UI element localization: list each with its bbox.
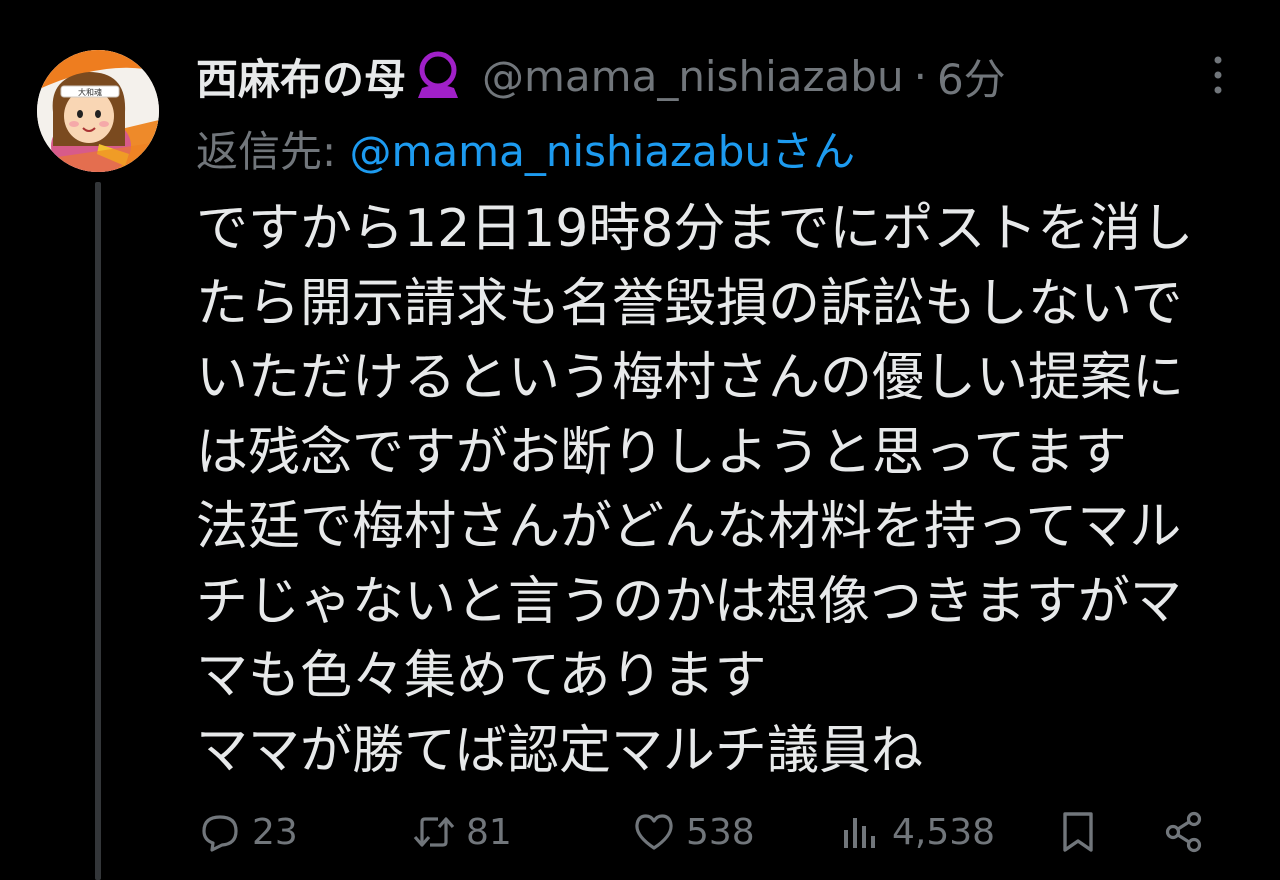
thread-line [95, 182, 101, 880]
heart-icon [635, 814, 673, 850]
avatar[interactable]: 大和魂 [37, 50, 159, 172]
tweet-header: 西麻布の母 @mama_nishiazabu · 6分 [196, 46, 1006, 106]
avatar-headband-text: 大和魂 [78, 87, 102, 97]
display-name[interactable]: 西麻布の母 [196, 46, 406, 107]
share-icon [1165, 811, 1202, 853]
avatar-illustration: 大和魂 [37, 50, 159, 172]
like-button[interactable]: 538 [632, 800, 755, 864]
views-bar-chart-icon [844, 818, 875, 848]
crystal-ball-icon [410, 48, 466, 104]
bookmark-icon [1063, 812, 1093, 852]
reply-to-line: 返信先: @mama_nishiazabuさん [196, 118, 855, 179]
tweet-text: ですから12日19時8分までにポストを消し たら開示請求も名誉毀損の訴訟もしない… [196, 199, 1194, 781]
reply-bubble-icon [202, 815, 238, 852]
more-options-button[interactable] [1198, 52, 1238, 98]
like-count: 538 [686, 811, 755, 853]
more-vertical-icon [1214, 56, 1222, 94]
reply-to-label: 返信先: [196, 127, 350, 176]
user-handle[interactable]: @mama_nishiazabu [482, 52, 904, 101]
views-button[interactable]: 4,538 [838, 800, 995, 864]
repost-icon [413, 817, 455, 847]
reply-to-link[interactable]: @mama_nishiazabuさん [350, 127, 856, 176]
views-count: 4,538 [892, 811, 996, 853]
action-bar: 23 81 538 4,538 [198, 800, 1238, 864]
reply-button[interactable]: 23 [198, 800, 298, 864]
separator-dot: · [913, 51, 927, 101]
share-button[interactable] [1162, 800, 1206, 864]
repost-button[interactable]: 81 [412, 800, 512, 864]
repost-count: 81 [466, 811, 512, 853]
timestamp[interactable]: 6分 [937, 46, 1006, 107]
bookmark-button[interactable] [1056, 800, 1100, 864]
reply-count: 23 [252, 811, 298, 853]
